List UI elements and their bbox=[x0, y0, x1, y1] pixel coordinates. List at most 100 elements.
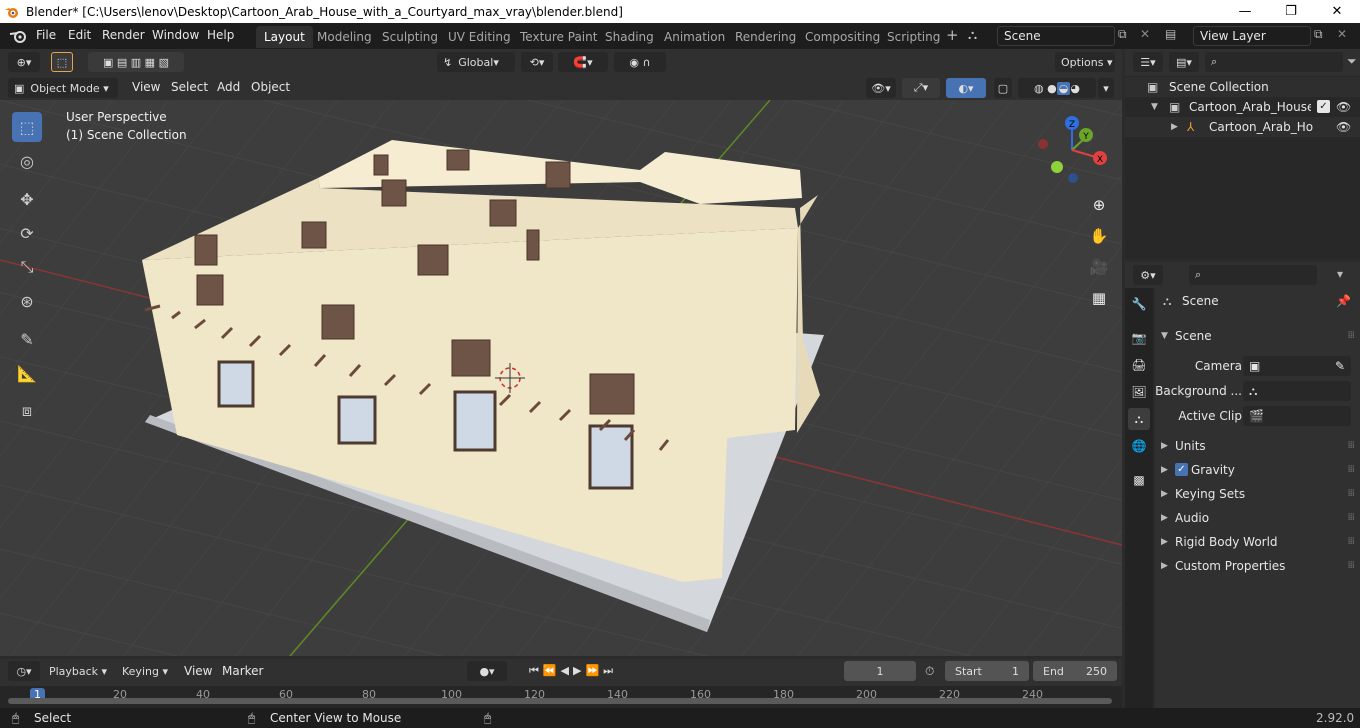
background-field[interactable]: ⛬ bbox=[1243, 381, 1351, 401]
proportional-edit-icon[interactable]: ◉ ∩ bbox=[614, 52, 666, 72]
tab-modeling[interactable]: Modeling bbox=[309, 26, 380, 48]
display-mode-icon[interactable]: ▤▾ bbox=[1169, 52, 1199, 72]
output-tab-icon[interactable]: 🖨 bbox=[1128, 354, 1150, 376]
tab-compositing[interactable]: Compositing bbox=[797, 26, 888, 48]
drag-grip-icon[interactable]: ⁞⁞⁞ bbox=[1347, 458, 1354, 482]
pin-icon[interactable]: 📌 bbox=[1336, 294, 1351, 308]
playback-menu[interactable]: Playback ▾ bbox=[46, 661, 110, 681]
tab-animation[interactable]: Animation bbox=[656, 26, 733, 48]
keying-menu[interactable]: Keying ▾ bbox=[116, 661, 174, 681]
scene-selector-icon[interactable]: ⛬ bbox=[968, 28, 977, 43]
close-button[interactable]: ✕ bbox=[1314, 0, 1360, 23]
gravity-panel-header[interactable]: ▶ ✓ Gravity ⁞⁞⁞ bbox=[1155, 458, 1360, 482]
viewport-menu-add[interactable]: Add bbox=[217, 80, 240, 94]
add-cube-tool-icon[interactable]: ⧈ bbox=[12, 396, 42, 426]
blender-menu-icon[interactable] bbox=[9, 28, 27, 44]
properties-search-input[interactable]: ⌕ bbox=[1189, 265, 1317, 285]
ortho-grid-icon[interactable]: ▦ bbox=[1086, 285, 1112, 311]
timeline-scrollbar[interactable] bbox=[8, 698, 1112, 704]
shading-options-icon[interactable]: ▾ bbox=[1098, 78, 1114, 98]
pivot-point-icon[interactable]: ⟲▾ bbox=[521, 52, 553, 72]
tab-uv-editing[interactable]: UV Editing bbox=[440, 26, 519, 48]
transform-tool-icon[interactable]: ⊛ bbox=[12, 286, 42, 316]
visibility-eye-icon[interactable]: 👁 bbox=[1336, 97, 1351, 117]
new-view-layer-icon[interactable]: ⧉ bbox=[1314, 27, 1323, 42]
view-layer-tab-icon[interactable]: 🖼 bbox=[1128, 381, 1150, 403]
drag-grip-icon[interactable]: ⁞⁞⁞ bbox=[1347, 554, 1354, 578]
move-tool-icon[interactable]: ✥ bbox=[12, 184, 42, 214]
tab-sculpting[interactable]: Sculpting bbox=[374, 26, 446, 48]
menu-file[interactable]: File bbox=[36, 28, 56, 42]
scene-panel-header[interactable]: ▼ Scene ⁞⁞⁞ bbox=[1155, 324, 1360, 348]
outliner-row-collection[interactable]: ▼ ▣ Cartoon_Arab_House_wit ✓ 👁 bbox=[1125, 97, 1360, 117]
tab-shading[interactable]: Shading bbox=[597, 26, 662, 48]
properties-editor-type-icon[interactable]: ⚙▾ bbox=[1133, 265, 1163, 285]
exclude-checkbox[interactable]: ✓ bbox=[1317, 100, 1330, 113]
active-clip-field[interactable]: 🎬 bbox=[1243, 406, 1351, 426]
editor-type-button[interactable]: ⊕▾ bbox=[8, 52, 40, 72]
overlays-toggle-icon[interactable]: ◐▾ bbox=[946, 78, 986, 98]
snap-icon[interactable]: 🧲▾ bbox=[558, 52, 608, 72]
select-tool-icon[interactable]: ⬚ bbox=[12, 112, 42, 142]
viewport-menu-object[interactable]: Object bbox=[251, 80, 290, 94]
playback-controls[interactable]: ⏮⏪◀▶⏩⏭ bbox=[513, 661, 633, 681]
menu-window[interactable]: Window bbox=[152, 28, 199, 42]
menu-help[interactable]: Help bbox=[207, 28, 234, 42]
measure-tool-icon[interactable]: 📐 bbox=[12, 358, 42, 388]
viewport-menu-select[interactable]: Select bbox=[171, 80, 208, 94]
visibility-icon[interactable]: 👁▾ bbox=[866, 78, 896, 98]
maximize-button[interactable]: ❐ bbox=[1268, 0, 1314, 23]
drag-grip-icon[interactable]: ⁞⁞⁞ bbox=[1347, 434, 1354, 458]
filter-icon[interactable]: ⏷ bbox=[1347, 54, 1357, 69]
current-frame-field[interactable]: 1 bbox=[844, 661, 916, 681]
outliner-search-input[interactable]: ⌕ bbox=[1205, 52, 1343, 72]
transform-orientation-dropdown[interactable]: ↯ Global ▾ bbox=[437, 52, 515, 72]
cursor-tool-icon[interactable]: ◎ bbox=[12, 146, 42, 176]
minimize-button[interactable]: — bbox=[1222, 0, 1268, 23]
gizmo-toggle-icon[interactable]: ⤢▾ bbox=[902, 78, 940, 98]
mode-dropdown[interactable]: ▣ Object Mode ▾ bbox=[8, 78, 118, 98]
view-layer-field[interactable]: View Layer bbox=[1193, 26, 1311, 46]
audio-panel-header[interactable]: ▶ Audio ⁞⁞⁞ bbox=[1155, 506, 1360, 530]
end-frame-field[interactable]: End 250 bbox=[1033, 661, 1117, 681]
texture-tab-icon[interactable]: ▩ bbox=[1128, 469, 1150, 491]
delete-view-layer-icon[interactable]: ✕ bbox=[1337, 27, 1347, 41]
outliner-row-scene-collection[interactable]: ▣ Scene Collection bbox=[1125, 77, 1360, 97]
tab-layout[interactable]: Layout bbox=[256, 26, 313, 48]
scene-tab-icon[interactable]: ⛬ bbox=[1128, 408, 1150, 430]
render-tab-icon[interactable]: 📷 bbox=[1128, 327, 1150, 349]
tab-scripting[interactable]: Scripting bbox=[879, 26, 948, 48]
timeline-menu-marker[interactable]: Marker bbox=[222, 664, 263, 678]
gravity-checkbox[interactable]: ✓ bbox=[1175, 463, 1188, 476]
drag-grip-icon[interactable]: ⁞⁞⁞ bbox=[1347, 324, 1354, 348]
selection-mode-buttons[interactable]: ▣ ▤ ▥ ▦ ▧ bbox=[88, 52, 184, 72]
drag-grip-icon[interactable]: ⁞⁞⁞ bbox=[1347, 506, 1354, 530]
timeline-menu-view[interactable]: View bbox=[184, 664, 212, 678]
pan-hand-icon[interactable]: ✋ bbox=[1086, 223, 1112, 249]
tool-tab-icon[interactable]: 🔧 bbox=[1128, 293, 1150, 315]
keying-sets-panel-header[interactable]: ▶ Keying Sets ⁞⁞⁞ bbox=[1155, 482, 1360, 506]
scale-tool-icon[interactable]: ⤡ bbox=[12, 252, 42, 282]
annotate-tool-icon[interactable]: ✎ bbox=[12, 324, 42, 354]
eyedropper-icon[interactable]: ✎ bbox=[1335, 354, 1345, 378]
menu-edit[interactable]: Edit bbox=[68, 28, 91, 42]
delete-scene-icon[interactable]: ✕ bbox=[1140, 27, 1150, 41]
timeline-ruler[interactable]: 1 20 40 60 80 100 120 140 160 180 200 22… bbox=[0, 686, 1122, 708]
world-tab-icon[interactable]: 🌐 bbox=[1128, 435, 1150, 457]
view-layer-icon[interactable]: ▤ bbox=[1165, 27, 1176, 41]
viewport-menu-view[interactable]: View bbox=[132, 80, 160, 94]
outliner-row-object[interactable]: ▶ ⅄ Cartoon_Arab_House 👁 bbox=[1125, 117, 1360, 137]
drag-grip-icon[interactable]: ⁞⁞⁞ bbox=[1347, 482, 1354, 506]
record-keyframe-icon[interactable]: ●▾ bbox=[467, 661, 507, 681]
camera-field[interactable]: ▣ ✎ bbox=[1243, 356, 1351, 376]
menu-render[interactable]: Render bbox=[102, 28, 145, 42]
scene-name-field[interactable]: Scene bbox=[997, 26, 1115, 46]
tab-texture-paint[interactable]: Texture Paint bbox=[512, 26, 605, 48]
new-scene-icon[interactable]: ⧉ bbox=[1118, 27, 1127, 42]
expand-right-icon[interactable]: ▶ bbox=[1171, 117, 1178, 137]
expand-down-icon[interactable]: ▼ bbox=[1151, 97, 1158, 117]
shading-mode-buttons[interactable]: ◍ ● ◒ ◕ bbox=[1018, 78, 1096, 98]
3d-viewport[interactable]: Z Y X User Perspective (1) Scene Collect… bbox=[0, 100, 1122, 656]
camera-view-icon[interactable]: 🎥 bbox=[1086, 254, 1112, 280]
timer-icon[interactable]: ⏱ bbox=[925, 664, 934, 679]
